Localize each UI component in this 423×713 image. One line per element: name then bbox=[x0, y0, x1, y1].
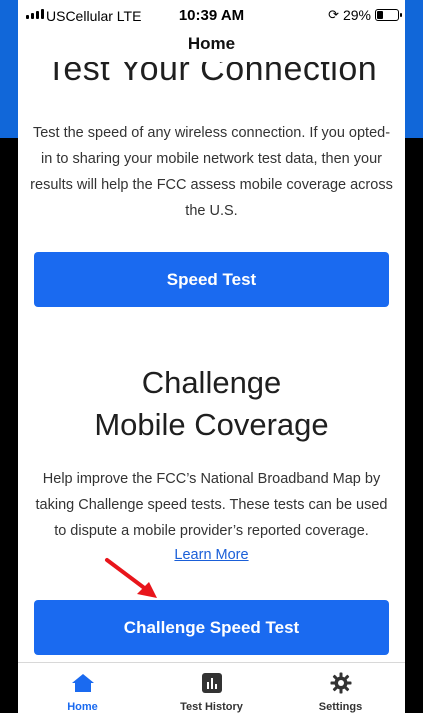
learn-more-link[interactable]: Learn More bbox=[18, 547, 405, 563]
battery-percent: 29% bbox=[342, 7, 371, 23]
section-heading-wrapper: Test Your Connection bbox=[18, 62, 405, 96]
status-bar: USCellular LTE 10:39 AM ⟳ 29% bbox=[18, 0, 405, 32]
tab-settings-label: Settings bbox=[318, 701, 363, 713]
gear-icon bbox=[276, 672, 405, 694]
test-connection-description: Test the speed of any wireless connectio… bbox=[30, 125, 393, 219]
battery-icon bbox=[375, 9, 402, 21]
challenge-heading-line2: Mobile Coverage bbox=[94, 407, 329, 442]
tab-test-history-label: Test History bbox=[180, 701, 243, 713]
speed-test-button[interactable]: Speed Test bbox=[34, 252, 389, 307]
test-connection-heading: Test Your Connection bbox=[45, 62, 378, 88]
challenge-description: Help improve the FCC’s National Broadban… bbox=[35, 471, 388, 539]
annotation-arrow-icon bbox=[105, 558, 157, 598]
chart-icon bbox=[147, 672, 276, 694]
battery-status: ⟳ 29% bbox=[328, 7, 402, 23]
orientation-lock-icon: ⟳ bbox=[328, 7, 339, 22]
challenge-heading: Challenge Mobile Coverage bbox=[18, 362, 405, 446]
tab-bar: Home Test History Settings bbox=[18, 662, 405, 713]
tab-test-history[interactable]: Test History bbox=[147, 663, 276, 713]
page-title: Home bbox=[187, 34, 236, 53]
challenge-speed-test-button[interactable]: Challenge Speed Test bbox=[34, 600, 389, 655]
tab-settings[interactable]: Settings bbox=[276, 663, 405, 713]
tab-home[interactable]: Home bbox=[18, 663, 147, 713]
tab-home-label: Home bbox=[67, 701, 98, 713]
home-icon bbox=[18, 672, 147, 694]
phone-screen: USCellular LTE 10:39 AM ⟳ 29% Home Test … bbox=[18, 0, 405, 713]
scroll-content[interactable]: Test Your Connection Test the speed of a… bbox=[18, 62, 405, 662]
challenge-heading-line1: Challenge bbox=[141, 365, 282, 400]
learn-more-label[interactable]: Learn More bbox=[174, 547, 248, 563]
